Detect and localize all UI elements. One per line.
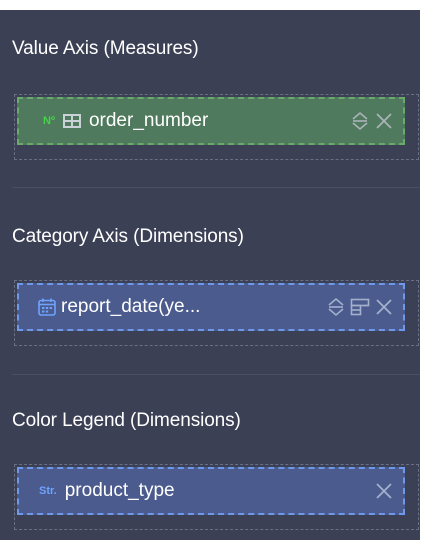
close-icon[interactable]	[373, 480, 395, 502]
sort-icon[interactable]	[349, 110, 371, 132]
value-axis-dropzone[interactable]: Nº order_number	[14, 94, 419, 160]
close-icon[interactable]	[373, 296, 395, 318]
category-axis-dropzone[interactable]: report_date(ye...	[14, 280, 419, 346]
section-divider	[12, 374, 420, 375]
table-icon	[62, 114, 81, 128]
category-axis-title: Category Axis (Dimensions)	[12, 226, 244, 247]
string-field-chip[interactable]: Str. product_type	[17, 467, 405, 515]
measure-field-actions	[349, 99, 395, 143]
number-type-icon: Nº	[43, 115, 55, 127]
color-legend-title: Color Legend (Dimensions)	[12, 410, 241, 431]
string-type-icon: Str.	[39, 485, 57, 497]
value-axis-title: Value Axis (Measures)	[12, 38, 199, 59]
dimension-field-name: report_date(ye...	[61, 296, 201, 317]
format-icon[interactable]	[349, 296, 371, 318]
close-icon[interactable]	[373, 110, 395, 132]
string-field-name: product_type	[64, 480, 175, 501]
dimension-field-actions	[325, 285, 395, 329]
measure-field-chip[interactable]: Nº order_number	[17, 97, 405, 145]
calendar-icon	[37, 297, 57, 317]
section-divider	[12, 187, 420, 188]
sort-icon[interactable]	[325, 296, 347, 318]
chart-fields-panel: Value Axis (Measures) Nº order_number Ca…	[0, 0, 427, 540]
measure-field-name: order_number	[88, 110, 209, 131]
string-field-actions	[373, 469, 395, 513]
fields-panel-body: Value Axis (Measures) Nº order_number Ca…	[0, 10, 420, 540]
dimension-field-chip[interactable]: report_date(ye...	[17, 283, 405, 331]
color-legend-dropzone[interactable]: Str. product_type	[14, 464, 419, 530]
